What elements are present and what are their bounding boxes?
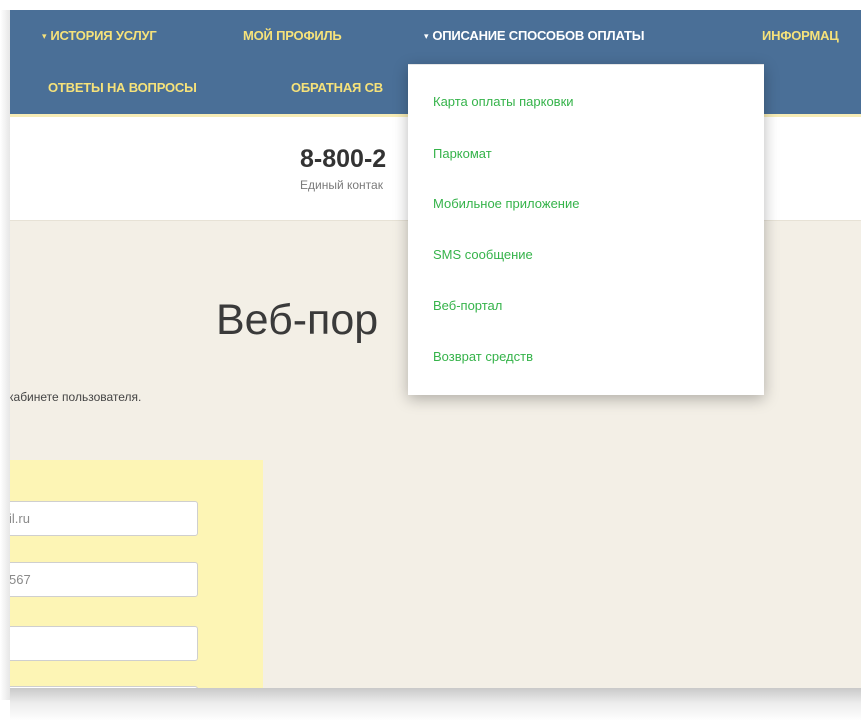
hotline-caption: Единый контак [300,178,383,192]
dropdown-item-parking-meter[interactable]: Паркомат [433,145,492,163]
dropdown-item-mobile-app[interactable]: Мобильное приложение [433,195,579,213]
nav-item-service-history[interactable]: ▾ ИСТОРИЯ УСЛУГ [42,27,157,45]
nav-item-label: ИНФОРМАЦ [762,28,839,43]
nav-item-label: ОТВЕТЫ НА ВОПРОСЫ [48,80,197,95]
nav-item-payment-methods[interactable]: ▾ ОПИСАНИЕ СПОСОБОВ ОПЛАТЫ [424,27,644,45]
nav-item-feedback[interactable]: ОБРАТНАЯ СВ [291,79,383,97]
page-title: Веб-пор [216,296,379,344]
nav-item-information[interactable]: ИНФОРМАЦ [762,27,839,45]
dropdown-item-refund[interactable]: Возврат средств [433,348,533,366]
window-shadow-left [0,10,10,700]
browser-viewport: ▾ ИСТОРИЯ УСЛУГ МОЙ ПРОФИЛЬ ▾ ОПИСАНИЕ СПО… [10,10,861,688]
navbar-row-1: ▾ ИСТОРИЯ УСЛУГ МОЙ ПРОФИЛЬ ▾ ОПИСАНИЕ СПО… [10,10,861,62]
login-form-panel [10,460,263,688]
dropdown-item-web-portal[interactable]: Веб-портал [433,297,502,315]
window-shadow-bottom [10,688,861,721]
payment-methods-dropdown: Карта оплаты парковки Паркомат Мобильное… [408,64,764,395]
nav-item-label: ОБРАТНАЯ СВ [291,80,383,95]
dropdown-item-parking-card[interactable]: Карта оплаты парковки [433,93,574,111]
hotline-phone: 8-800-2 [300,145,387,173]
email-field[interactable] [10,501,198,536]
caret-down-icon: ▾ [424,31,429,41]
nav-item-faq[interactable]: ОТВЕТЫ НА ВОПРОСЫ [48,79,197,97]
phone-field[interactable] [10,562,198,597]
caret-down-icon: ▾ [42,31,47,41]
dropdown-item-sms[interactable]: SMS сообщение [433,246,533,264]
nav-item-label: ИСТОРИЯ УСЛУГ [50,28,157,43]
nav-item-my-profile[interactable]: МОЙ ПРОФИЛЬ [243,27,342,45]
form-field-3[interactable] [10,626,198,661]
nav-item-label: ОПИСАНИЕ СПОСОБОВ ОПЛАТЫ [432,28,645,43]
nav-item-label: МОЙ ПРОФИЛЬ [243,28,342,43]
intro-text: кабинете пользователя. [10,390,142,404]
